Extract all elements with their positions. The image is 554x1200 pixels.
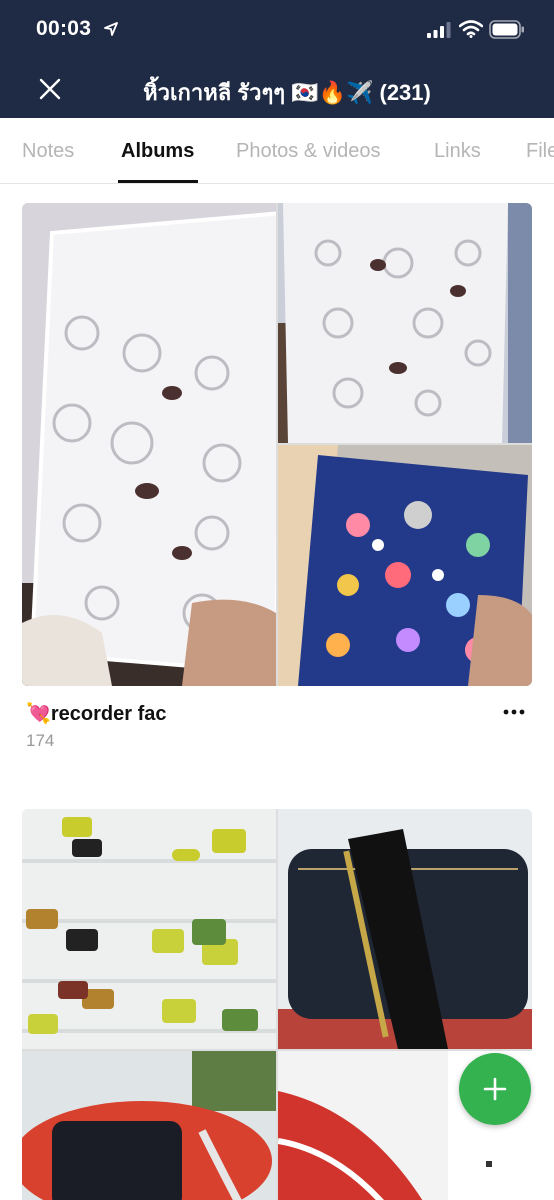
album-photo[interactable] — [22, 809, 276, 1049]
status-time: 00:03 — [36, 17, 92, 40]
tab-files[interactable]: Files — [526, 140, 554, 163]
album-card[interactable]: 💘recorder fac 174 — [22, 203, 532, 763]
tab-photos-videos[interactable]: Photos & videos — [236, 140, 381, 163]
tab-bar: Notes Albums Photos & videos Links Files — [0, 118, 554, 184]
album-photo[interactable] — [22, 1051, 276, 1200]
album-card[interactable] — [22, 809, 532, 1200]
more-horizontal-icon[interactable] — [502, 707, 526, 717]
album-title[interactable]: 💘recorder fac — [26, 701, 167, 726]
album-photo[interactable] — [22, 203, 276, 686]
battery-icon — [489, 20, 524, 39]
album-photo-count: 174 — [26, 731, 55, 750]
chat-title: หิ้วเกาหลี รัวๆๆ 🇰🇷🔥✈️ (231) — [143, 80, 431, 105]
album-photo[interactable] — [278, 809, 532, 1049]
tab-albums[interactable]: Albums — [121, 140, 194, 163]
cellular-signal-icon — [427, 22, 451, 38]
status-bar: 00:03 — [0, 0, 554, 60]
title-bar: หิ้วเกาหลี รัวๆๆ 🇰🇷🔥✈️ (231) — [0, 60, 554, 118]
album-photo[interactable] — [278, 203, 532, 443]
album-cover-mosaic[interactable] — [22, 203, 532, 686]
tab-links[interactable]: Links — [434, 140, 481, 163]
tab-notes[interactable]: Notes — [22, 140, 74, 163]
location-arrow-icon — [104, 22, 118, 36]
close-icon[interactable] — [36, 75, 64, 103]
active-tab-indicator — [118, 180, 198, 183]
wifi-icon — [459, 20, 483, 38]
plus-icon — [483, 1077, 507, 1101]
album-cover-mosaic[interactable] — [22, 809, 532, 1200]
add-album-button[interactable] — [459, 1053, 531, 1125]
album-photo[interactable] — [278, 445, 532, 686]
app-header: 00:03 หิ้วเกาหลี รัวๆๆ 🇰🇷🔥✈️ (231) — [0, 0, 554, 118]
